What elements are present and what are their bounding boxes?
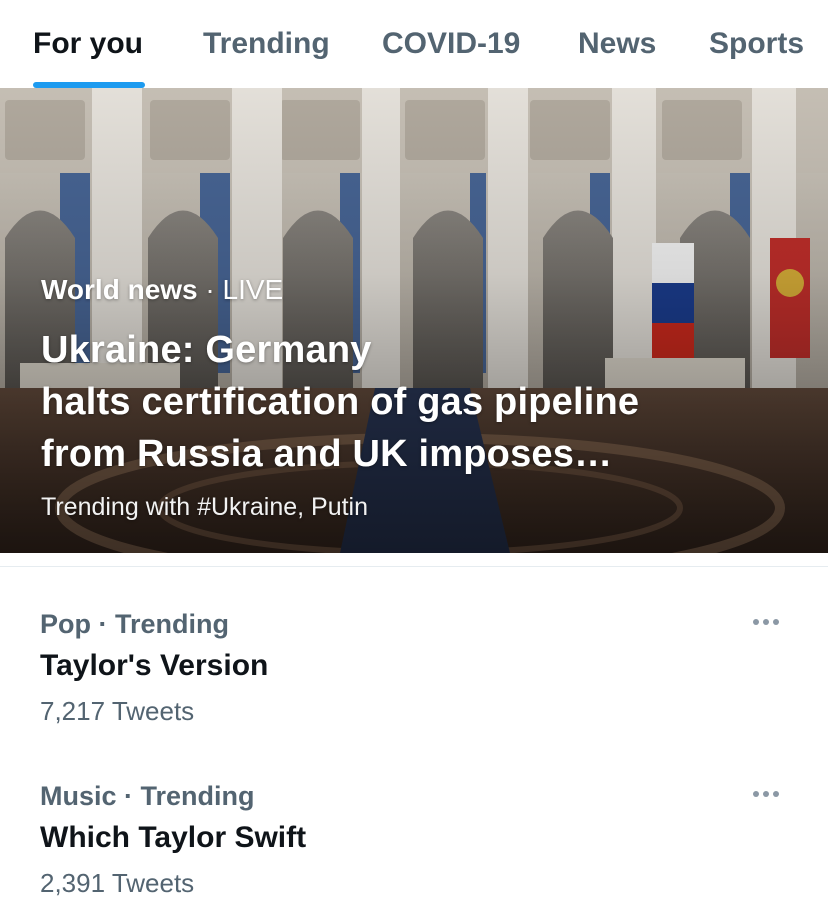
hero-news-card[interactable]: World news · LIVE Ukraine: Germany halts…	[0, 88, 828, 553]
hero-category: World news	[41, 274, 198, 305]
hero-live-status: LIVE	[222, 274, 284, 305]
explore-tab-bar: For you Trending COVID-19 News Sports	[0, 0, 828, 88]
trend-item[interactable]: Music · Trending Which Taylor Swift 2,39…	[0, 762, 828, 912]
hero-headline-line: Ukraine: Germany	[41, 329, 372, 371]
trend-context: Music · Trending	[40, 780, 255, 812]
tab-trending[interactable]: Trending	[203, 26, 330, 62]
trend-item[interactable]: Pop · Trending Taylor's Version 7,217 Tw…	[0, 590, 828, 740]
trend-separator: ·	[116, 781, 141, 811]
tab-sports[interactable]: Sports	[709, 26, 804, 62]
hero-headline-line: halts certification of gas pipeline	[41, 381, 640, 423]
trend-category: Music	[40, 781, 117, 811]
tab-for-you[interactable]: For you	[33, 26, 143, 62]
trend-separator: ·	[91, 609, 115, 639]
hero-trending-with: Trending with #Ukraine, Putin	[41, 493, 369, 521]
tab-covid-19[interactable]: COVID-19	[382, 26, 520, 62]
trend-title: Taylor's Version	[40, 649, 269, 682]
trend-type: Trending	[140, 781, 255, 811]
hero-headline: Ukraine: Germany halts certification of …	[41, 324, 801, 480]
more-horizontal-icon[interactable]	[753, 616, 785, 628]
trend-context: Pop · Trending	[40, 608, 229, 640]
trend-tweet-count: 7,217 Tweets	[40, 696, 195, 726]
hero-headline-line: from Russia and UK imposes…	[41, 433, 613, 475]
trend-tweet-count: 2,391 Tweets	[40, 868, 195, 898]
section-divider	[0, 566, 828, 567]
trend-category: Pop	[40, 609, 91, 639]
more-horizontal-icon[interactable]	[753, 788, 785, 800]
hero-photo	[0, 88, 828, 553]
hero-meta: World news · LIVE	[41, 274, 801, 306]
tab-news[interactable]: News	[578, 26, 656, 62]
hero-meta-separator: ·	[197, 274, 223, 305]
trend-type: Trending	[115, 609, 229, 639]
trend-title: Which Taylor Swift	[40, 821, 307, 854]
